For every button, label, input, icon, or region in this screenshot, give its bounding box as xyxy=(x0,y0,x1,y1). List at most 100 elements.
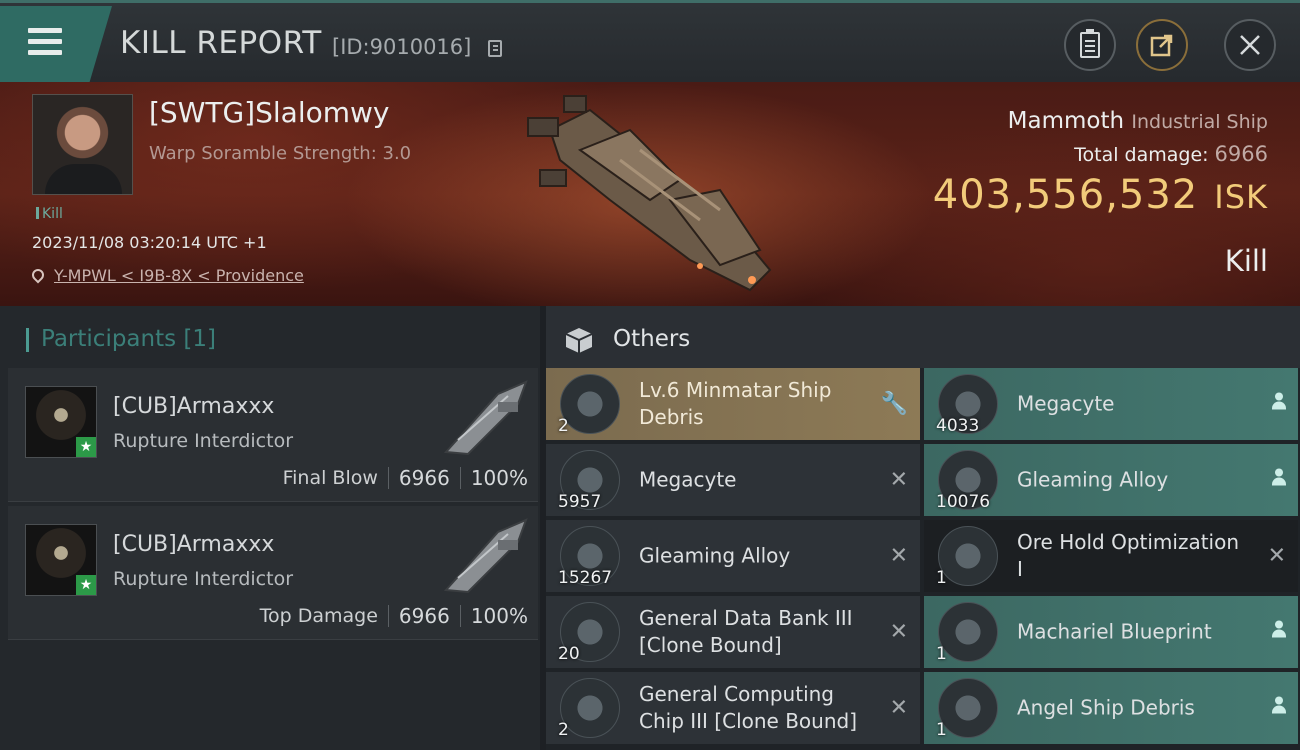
x-icon[interactable]: ✕ xyxy=(890,620,908,645)
close-button[interactable] xyxy=(1224,19,1276,71)
result-label: Kill xyxy=(1224,244,1268,278)
item-quantity: 20 xyxy=(558,644,580,664)
ship-name[interactable]: Mammoth Industrial Ship xyxy=(1008,108,1268,134)
warp-scramble-strength: Warp Soramble Strength: 3.0 xyxy=(149,143,412,164)
item-name-line: [Clone Bound] xyxy=(639,633,782,657)
item-name-line: Gleaming Alloy xyxy=(1017,467,1169,492)
isk-value: 403,556,532 ISK xyxy=(933,172,1268,218)
clipboard-icon xyxy=(1080,29,1100,58)
x-icon[interactable]: ✕ xyxy=(890,696,908,721)
item-quantity: 15267 xyxy=(558,568,613,588)
item-name-line: Ore Hold Optimization xyxy=(1017,530,1240,554)
item-name-line: I xyxy=(1017,557,1023,581)
item-name: Machariel Blueprint xyxy=(1017,619,1242,646)
loot-item[interactable]: 2 General Computing Chip III [Clone Bound]… xyxy=(546,672,920,744)
page-title: KILL REPORT xyxy=(120,25,322,61)
item-name-line: Chip III [Clone Bound] xyxy=(639,709,858,733)
item-icon xyxy=(938,678,998,738)
item-quantity: 1 xyxy=(936,644,947,664)
participant-damage: 6966 xyxy=(398,466,450,490)
participant-ship: Rupture Interdictor xyxy=(113,430,293,452)
loot-item[interactable]: 10076 Gleaming Alloy xyxy=(924,444,1298,516)
participant-percent: 100% xyxy=(470,604,528,628)
item-name-line: Megacyte xyxy=(1017,391,1115,416)
menu-button[interactable] xyxy=(0,6,112,82)
item-icon xyxy=(938,526,998,586)
location-text: Y-MPWL < I9B-8X < Providence xyxy=(54,266,304,285)
loot-item[interactable]: 20 General Data Bank III [Clone Bound] ✕ xyxy=(546,596,920,668)
kill-location-link[interactable]: Y-MPWL < I9B-8X < Providence xyxy=(29,266,304,285)
kill-banner: [SWTG]Slalomwy Warp Soramble Strength: 3… xyxy=(0,82,1300,306)
kill-datetime: 2023/11/08 03:20:14 UTC +1 xyxy=(32,233,267,252)
item-quantity: 1 xyxy=(936,568,947,588)
item-name: Megacyte xyxy=(639,467,864,494)
item-name-line: General Computing xyxy=(639,682,834,706)
item-name-line: Debris xyxy=(639,405,704,429)
loot-item[interactable]: 2 Lv.6 Minmatar Ship Debris 🔧 xyxy=(546,368,920,440)
item-name: Gleaming Alloy xyxy=(1017,467,1242,494)
loot-item[interactable]: 1 Angel Ship Debris xyxy=(924,672,1298,744)
report-id: [ID:9010016] xyxy=(332,35,472,59)
share-icon xyxy=(1150,34,1173,57)
others-header: Others xyxy=(546,306,1300,368)
isk-unit: ISK xyxy=(1214,178,1268,216)
participant-ship-image xyxy=(443,380,528,456)
item-name: Megacyte xyxy=(1017,391,1242,418)
participant-card[interactable]: ★ [CUB]Armaxxx Rupture Interdictor Final… xyxy=(8,368,538,502)
item-name-line: Megacyte xyxy=(639,467,737,492)
item-quantity: 4033 xyxy=(936,416,980,436)
blow-label: Final Blow xyxy=(282,467,378,489)
item-icon xyxy=(560,678,620,738)
star-icon: ★ xyxy=(76,575,96,595)
total-damage: Total damage: 6966 xyxy=(1074,142,1268,166)
participant-avatar: ★ xyxy=(25,524,97,596)
ship-class: Industrial Ship xyxy=(1131,111,1268,133)
item-name-line: Machariel Blueprint xyxy=(1017,619,1212,644)
victim-avatar[interactable] xyxy=(32,94,133,195)
participant-name: [CUB]Armaxxx xyxy=(113,394,275,419)
participant-percent: 100% xyxy=(470,466,528,490)
total-damage-value: 6966 xyxy=(1214,142,1268,166)
isk-amount: 403,556,532 xyxy=(932,172,1199,218)
loot-item[interactable]: 4033 Megacyte xyxy=(924,368,1298,440)
share-button[interactable] xyxy=(1136,19,1188,71)
loot-item[interactable]: 5957 Megacyte ✕ xyxy=(546,444,920,516)
participant-name: [CUB]Armaxxx xyxy=(113,532,275,557)
victim-name[interactable]: [SWTG]Slalomwy xyxy=(149,96,389,129)
person-icon[interactable] xyxy=(1272,620,1286,645)
participant-card[interactable]: ★ [CUB]Armaxxx Rupture Interdictor Top D… xyxy=(8,506,538,640)
item-quantity: 5957 xyxy=(558,492,602,512)
loot-item[interactable]: 1 Machariel Blueprint xyxy=(924,596,1298,668)
x-icon[interactable]: ✕ xyxy=(1268,544,1286,569)
participant-ship-image xyxy=(443,518,528,594)
item-name: Lv.6 Minmatar Ship Debris xyxy=(639,377,864,431)
item-name-line: Angel Ship Debris xyxy=(1017,695,1195,720)
close-icon xyxy=(1240,35,1260,55)
participants-panel: Participants [1] ★ [CUB]Armaxxx Rupture … xyxy=(0,306,540,750)
item-name: General Computing Chip III [Clone Bound] xyxy=(639,681,864,735)
total-damage-label: Total damage: xyxy=(1074,144,1209,166)
copy-icon[interactable] xyxy=(488,40,502,57)
x-icon[interactable]: ✕ xyxy=(890,544,908,569)
x-icon[interactable]: ✕ xyxy=(890,468,908,493)
others-title: Others xyxy=(613,326,691,352)
person-icon[interactable] xyxy=(1272,696,1286,721)
loot-item[interactable]: 1 Ore Hold Optimization I ✕ xyxy=(924,520,1298,592)
loot-item[interactable]: 15267 Gleaming Alloy ✕ xyxy=(546,520,920,592)
others-panel: Others 2 Lv.6 Minmatar Ship Debris 🔧 5957 Meg… xyxy=(546,306,1300,750)
item-quantity: 10076 xyxy=(936,492,991,512)
menu-icon xyxy=(28,28,62,56)
participant-ship: Rupture Interdictor xyxy=(113,568,293,590)
person-icon[interactable] xyxy=(1272,468,1286,493)
item-name: Angel Ship Debris xyxy=(1017,695,1242,722)
participant-stats: Final Blow 6966 100% xyxy=(283,466,528,490)
item-name-line: General Data Bank III xyxy=(639,606,853,630)
person-icon[interactable] xyxy=(1272,392,1286,417)
item-quantity: 2 xyxy=(558,720,569,740)
ship-type: Mammoth xyxy=(1007,108,1125,134)
damage-label: Top Damage xyxy=(259,605,378,627)
clipboard-button[interactable] xyxy=(1064,19,1116,71)
wrench-icon[interactable]: 🔧 xyxy=(881,392,908,417)
item-quantity: 1 xyxy=(936,720,947,740)
item-name-line: Lv.6 Minmatar Ship xyxy=(639,378,832,402)
